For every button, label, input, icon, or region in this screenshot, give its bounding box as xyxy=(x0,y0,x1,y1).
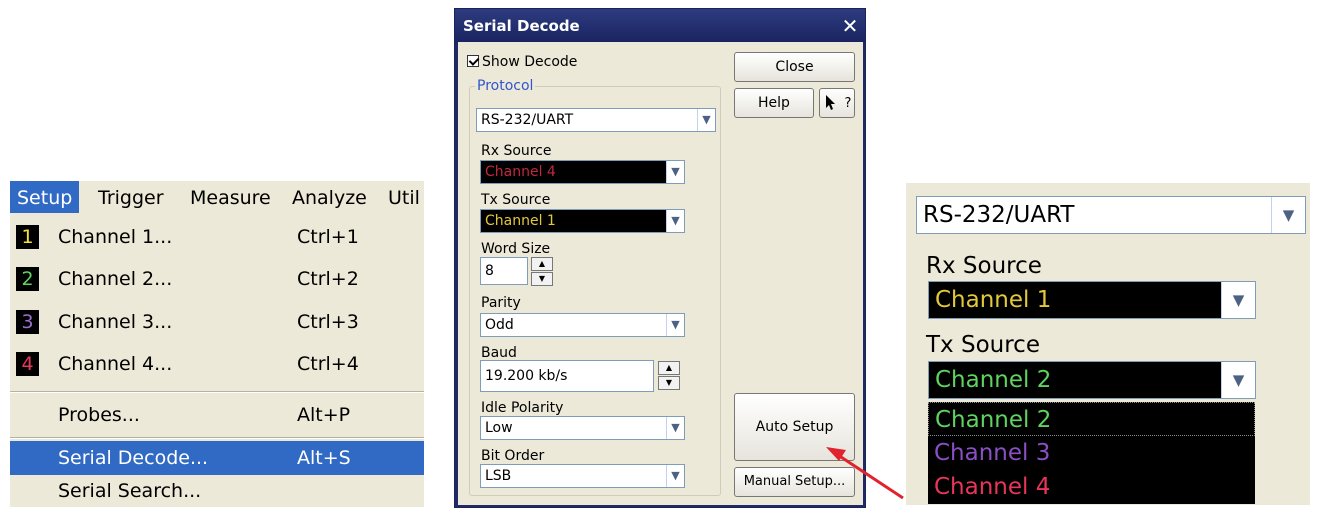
arrow-line xyxy=(837,453,904,500)
red-pointer-arrow xyxy=(826,447,904,500)
